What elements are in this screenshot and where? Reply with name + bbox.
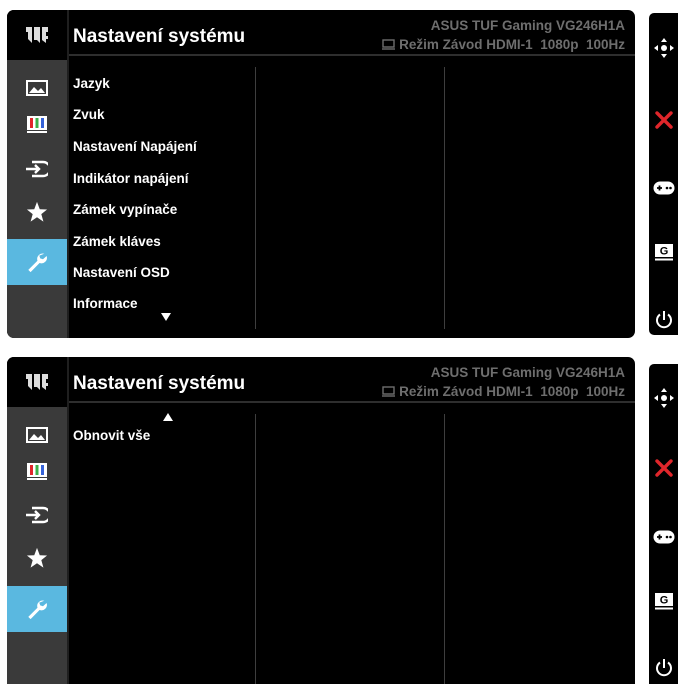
five-way-navigation-icon[interactable] (649, 383, 678, 413)
menu-item-jazyk[interactable]: Jazyk (73, 76, 110, 91)
sidebar-divider (67, 10, 69, 338)
osd-sidebar (7, 10, 67, 338)
color-icon[interactable] (7, 105, 67, 143)
osd-panel-2: Nastavení systému ASUS TUF Gaming VG246H… (7, 357, 635, 684)
close-icon[interactable] (649, 453, 678, 483)
status-line: Režim Závod HDMI-1 1080p 100Hz (382, 382, 625, 402)
monitor-icon (382, 383, 396, 402)
gameplus-icon[interactable] (649, 522, 678, 552)
system-wrench-icon[interactable] (7, 239, 67, 285)
scroll-up-arrow-icon[interactable] (163, 413, 173, 421)
status-text: Režim Závod HDMI-1 1080p 100Hz (399, 384, 625, 399)
gamevisual-icon[interactable]: G (649, 586, 678, 616)
menu-item-osd-settings[interactable]: Nastavení OSD (73, 265, 170, 280)
osd-sidebar (7, 357, 67, 684)
image-icon[interactable] (7, 416, 67, 454)
favorite-star-icon[interactable] (7, 539, 67, 577)
menu-item-information[interactable]: Informace (73, 296, 138, 311)
header-divider (69, 401, 635, 403)
menu-item-reset-all[interactable]: Obnovit vše (73, 428, 150, 443)
menu-item-power-settings[interactable]: Nastavení Napájení (73, 139, 197, 154)
tuf-logo (7, 10, 67, 60)
column-divider (444, 414, 445, 684)
system-wrench-icon[interactable] (7, 586, 67, 632)
menu-item-zvuk[interactable]: Zvuk (73, 107, 105, 122)
svg-text:G: G (659, 595, 668, 607)
svg-text:G: G (659, 246, 668, 258)
scroll-down-arrow-icon[interactable] (161, 313, 171, 321)
column-divider (255, 67, 256, 329)
input-icon[interactable] (7, 496, 67, 534)
model-info: ASUS TUF Gaming VG246H1A Režim Závod HDM… (382, 16, 625, 55)
key-guide-bar-1: G (649, 13, 678, 335)
image-icon[interactable] (7, 69, 67, 107)
model-info: ASUS TUF Gaming VG246H1A Režim Závod HDM… (382, 363, 625, 402)
key-guide-bar-2: G (649, 364, 678, 684)
close-icon[interactable] (649, 105, 678, 135)
input-icon[interactable] (7, 150, 67, 188)
page-title: Nastavení systému (73, 373, 246, 394)
header-divider (69, 54, 635, 56)
favorite-star-icon[interactable] (7, 193, 67, 231)
menu-item-power-key-lock[interactable]: Zámek vypínače (73, 202, 177, 217)
page-title: Nastavení systému (73, 26, 246, 47)
five-way-navigation-icon[interactable] (649, 33, 678, 63)
color-icon[interactable] (7, 452, 67, 490)
status-text: Režim Závod HDMI-1 1080p 100Hz (399, 37, 625, 52)
power-icon[interactable] (649, 305, 678, 335)
sidebar-divider (67, 357, 69, 684)
monitor-icon (382, 36, 396, 55)
gameplus-icon[interactable] (649, 173, 678, 203)
power-icon[interactable] (649, 653, 678, 683)
column-divider (444, 67, 445, 329)
model-name: ASUS TUF Gaming VG246H1A (430, 365, 625, 380)
menu-item-power-indicator[interactable]: Indikátor napájení (73, 171, 189, 186)
status-line: Režim Závod HDMI-1 1080p 100Hz (382, 35, 625, 55)
model-name: ASUS TUF Gaming VG246H1A (430, 18, 625, 33)
gamevisual-icon[interactable]: G (649, 237, 678, 267)
osd-panel-1: Nastavení systému ASUS TUF Gaming VG246H… (7, 10, 635, 338)
tuf-logo (7, 357, 67, 407)
column-divider (255, 414, 256, 684)
menu-item-key-lock[interactable]: Zámek kláves (73, 234, 161, 249)
